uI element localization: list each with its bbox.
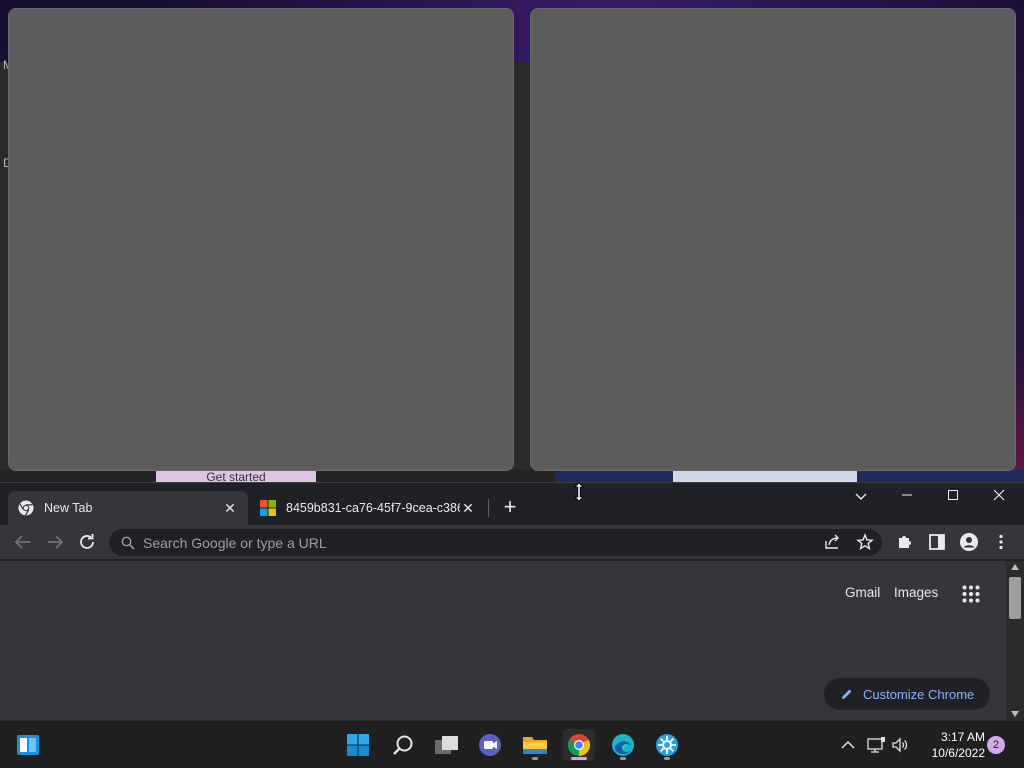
edge-button[interactable] (607, 729, 639, 761)
background-window-strip (555, 470, 1024, 482)
chevron-up-icon[interactable] (838, 735, 858, 755)
task-view-button[interactable] (431, 729, 463, 761)
start-button[interactable] (342, 729, 374, 761)
edge-icon (612, 734, 634, 756)
maximize-button[interactable] (930, 483, 976, 509)
images-link[interactable]: Images (894, 585, 938, 600)
side-panel-button[interactable] (925, 530, 949, 554)
clock-time: 3:17 AM (940, 730, 985, 744)
star-icon (856, 533, 874, 550)
resize-cursor-icon (574, 482, 584, 502)
widgets-icon (17, 735, 39, 755)
reload-button[interactable] (75, 530, 99, 554)
arrow-left-icon (14, 535, 30, 549)
page-scrollbar[interactable] (1006, 561, 1024, 720)
teams-chat-button[interactable] (474, 729, 506, 761)
tab-search-button[interactable] (838, 483, 884, 509)
puzzle-icon (899, 536, 911, 548)
search-icon (393, 735, 413, 755)
arrow-right-icon (48, 535, 64, 549)
share-icon (825, 534, 839, 549)
customize-chrome-label: Customize Chrome (863, 686, 975, 702)
menu-button[interactable] (989, 530, 1013, 554)
minimize-icon (902, 494, 912, 496)
snap-layout-pane-right[interactable] (530, 8, 1016, 471)
forward-button[interactable] (43, 530, 67, 554)
google-apps-icon[interactable] (962, 585, 980, 603)
bookmark-button[interactable] (853, 530, 877, 554)
network-icon[interactable] (866, 735, 886, 755)
gmail-link[interactable]: Gmail (845, 585, 880, 600)
extensions-button[interactable] (893, 530, 917, 554)
profile-button[interactable] (957, 530, 981, 554)
snap-layout-pane-left[interactable] (8, 8, 514, 471)
close-tab-icon[interactable]: ✕ (222, 500, 238, 516)
task-view-icon (435, 736, 458, 754)
new-tab-button[interactable]: + (498, 496, 522, 520)
chrome-taskbar-button[interactable] (563, 729, 595, 761)
maximize-icon (948, 490, 958, 500)
chrome-window: New Tab ✕ 8459b831-ca76-45f7-9cea-c3860 … (0, 482, 1024, 720)
widgets-button[interactable] (12, 729, 44, 761)
side-panel-icon (929, 534, 945, 550)
close-icon (993, 489, 1005, 501)
chrome-icon (18, 500, 34, 516)
customize-chrome-button[interactable]: Customize Chrome (824, 678, 990, 710)
file-explorer-icon (523, 737, 547, 754)
new-tab-page: Gmail Images Customize Chrome (0, 561, 1006, 720)
system-clock[interactable]: 3:17 AM 10/6/2022 (915, 729, 985, 761)
start-icon (347, 734, 369, 756)
chrome-icon (568, 734, 590, 756)
teams-chat-icon (479, 734, 501, 756)
tab-new-tab[interactable]: New Tab ✕ (8, 491, 248, 525)
minimize-button[interactable] (884, 483, 930, 509)
pencil-icon (842, 689, 852, 699)
scroll-up-icon[interactable] (1011, 564, 1019, 570)
search-icon (121, 536, 135, 550)
omnibox[interactable]: Search Google or type a URL (109, 529, 882, 556)
omnibox-placeholder: Search Google or type a URL (143, 534, 327, 551)
volume-icon[interactable] (890, 735, 910, 755)
settings-app-icon (656, 734, 678, 756)
more-vert-icon (999, 534, 1003, 550)
scrollbar-thumb[interactable] (1009, 577, 1021, 619)
share-button[interactable] (821, 530, 845, 554)
back-button[interactable] (11, 530, 35, 554)
tab-title: New Tab (44, 501, 93, 515)
microsoft-icon (260, 500, 276, 516)
notification-badge[interactable]: 2 (987, 736, 1005, 754)
settings-app-button[interactable] (651, 729, 683, 761)
tab-document[interactable]: 8459b831-ca76-45f7-9cea-c3860 ✕ (250, 491, 486, 525)
reload-icon (80, 534, 94, 549)
tab-strip: New Tab ✕ 8459b831-ca76-45f7-9cea-c3860 … (0, 483, 1024, 525)
close-tab-icon[interactable]: ✕ (460, 500, 476, 516)
file-explorer-button[interactable] (519, 729, 551, 761)
scroll-down-icon[interactable] (1011, 711, 1019, 717)
taskbar: 3:17 AM 10/6/2022 2 (0, 720, 1024, 768)
tab-title: 8459b831-ca76-45f7-9cea-c3860 (286, 501, 460, 515)
toolbar: Search Google or type a URL (0, 525, 1024, 559)
search-button[interactable] (387, 729, 419, 761)
tab-divider (488, 499, 489, 517)
profile-icon (960, 533, 978, 551)
close-window-button[interactable] (976, 483, 1022, 509)
chevron-down-icon (855, 493, 867, 500)
clock-date: 10/6/2022 (931, 746, 985, 760)
